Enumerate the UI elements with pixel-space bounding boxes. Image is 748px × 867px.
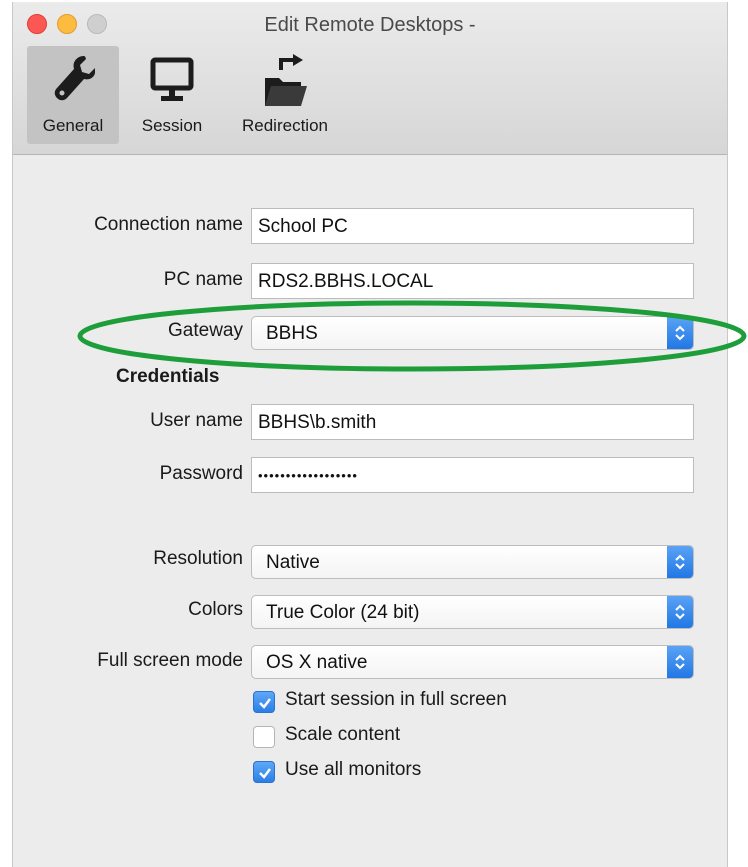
user-name-label: User name [150,410,243,431]
full-screen-mode-select-arrows[interactable] [667,646,693,678]
gateway-label: Gateway [168,320,243,341]
gateway-select-arrows[interactable] [667,317,693,349]
use-all-monitors-label: Use all monitors [285,759,422,780]
gateway-select[interactable]: BBHS [251,316,694,350]
chevron-updown-icon [675,604,685,620]
full-screen-mode-select[interactable]: OS X native [251,645,694,679]
start-session-full-screen-label: Start session in full screen [285,689,507,710]
resolution-label: Resolution [153,548,243,569]
full-screen-mode-select-value: OS X native [266,652,368,673]
colors-select[interactable]: True Color (24 bit) [251,595,694,629]
colors-select-arrows[interactable] [667,596,693,628]
gateway-select-value: BBHS [266,323,318,344]
full-screen-mode-label: Full screen mode [97,650,243,671]
monitor-icon [149,52,195,113]
toolbar-session-label: Session [141,116,203,135]
resolution-select-value: Native [266,552,320,573]
checkmark-icon [259,698,271,709]
use-all-monitors-checkbox[interactable] [253,761,275,783]
password-label: Password [159,463,243,484]
pc-name-label: PC name [163,269,243,290]
connection-name-field[interactable]: School PC [251,208,694,244]
password-field[interactable]: •••••••••••••••••• [251,457,694,493]
resolution-select-arrows[interactable] [667,546,693,578]
start-session-full-screen-checkbox[interactable] [253,691,275,713]
toolbar-redirection-tab[interactable]: Redirection [227,46,343,144]
window-title: Edit Remote Desktops - [264,14,476,36]
credentials-heading: Credentials [116,366,220,387]
connection-name-label: Connection name [94,214,243,235]
edit-remote-desktops-window: Edit Remote Desktops - General Session R… [12,2,728,867]
chevron-updown-icon [675,554,685,570]
resolution-select[interactable]: Native [251,545,694,579]
scale-content-checkbox[interactable] [253,726,275,748]
folder-redirect-icon [261,52,309,117]
toolbar-general-tab[interactable]: General [27,46,119,144]
user-name-field[interactable]: BBHS\b.smith [251,404,694,440]
chevron-updown-icon [675,325,685,341]
wrench-icon [51,52,96,113]
chevron-updown-icon [675,654,685,670]
colors-select-value: True Color (24 bit) [266,602,420,623]
scale-content-label: Scale content [285,724,401,745]
window-titlebar: Edit Remote Desktops - General Session R… [13,2,727,155]
toolbar-general-label: General [42,116,104,135]
checkmark-icon [259,768,271,779]
toolbar-session-tab[interactable]: Session [129,46,215,144]
pc-name-field[interactable]: RDS2.BBHS.LOCAL [251,263,694,299]
toolbar-redirection-label: Redirection [242,116,328,135]
colors-label: Colors [188,599,243,620]
